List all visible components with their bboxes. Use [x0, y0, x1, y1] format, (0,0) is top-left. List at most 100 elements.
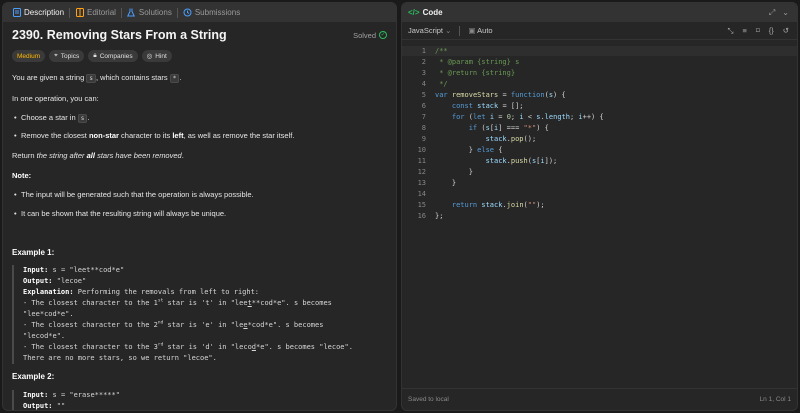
- line-number: 6: [421, 102, 426, 110]
- code-editor[interactable]: 1 2 3 4 5 6 7 8 9 10 11 12 13 14 15 16 /…: [402, 44, 797, 384]
- label: Input:: [23, 391, 49, 399]
- tab-solutions[interactable]: Solutions: [122, 3, 177, 22]
- code-line: const stack = [];: [451, 102, 524, 110]
- code-icon: </>: [408, 8, 420, 17]
- explanation-line: - The closest character to the 2nd star …: [23, 320, 387, 331]
- value: s = "erase*****": [48, 391, 120, 399]
- editor-toolbar: JavaScript ⌄ ▣ Auto ⤡ ≡ ⌑ {} ↺: [402, 22, 797, 40]
- save-status: Saved to local: [408, 396, 449, 403]
- tab-submissions[interactable]: Submissions: [178, 3, 245, 22]
- bold-text: non-star: [88, 131, 119, 140]
- text: star is 'e' in "le: [163, 321, 244, 329]
- bookmark-icon[interactable]: ⌑: [756, 26, 760, 36]
- example-1-title: Example 1:: [12, 248, 55, 257]
- code-line: return stack.join("");: [451, 201, 545, 209]
- line-number: 3: [421, 69, 426, 77]
- reset-icon[interactable]: ↺: [783, 26, 789, 36]
- tab-description-label: Description: [24, 8, 65, 17]
- line-number: 4: [421, 80, 426, 88]
- line-number: 5: [421, 91, 426, 99]
- format-icon[interactable]: ≡: [742, 26, 746, 36]
- tag-icon: ⌖: [54, 52, 58, 59]
- example-1-output: Output: "lecoe": [23, 276, 387, 287]
- line-number: 9: [421, 135, 426, 143]
- text: character to its: [118, 131, 173, 140]
- code-line: if (s[i] === "*") {: [468, 124, 549, 132]
- check-circle-icon: ✓: [379, 31, 387, 39]
- text: Choose a star in: [21, 113, 78, 122]
- value: "": [52, 402, 66, 410]
- maximize-icon[interactable]: ⤢: [769, 8, 775, 18]
- text: Return: [12, 151, 37, 160]
- text: - The closest character to the 3: [23, 343, 158, 351]
- code-tab[interactable]: </> Code: [408, 8, 443, 17]
- current-line-highlight: [402, 46, 797, 56]
- desc-paragraph-3: Return the string after all stars have b…: [12, 151, 184, 161]
- braces-icon[interactable]: {}: [769, 26, 774, 36]
- text: , as well as remove the star itself.: [183, 131, 295, 140]
- label: Explanation:: [23, 288, 74, 296]
- code-line: * @param {string} s: [435, 58, 520, 66]
- tab-editorial-label: Editorial: [87, 8, 116, 17]
- editor-status-bar: Saved to local Ln 1, Col 1: [402, 388, 797, 410]
- editor-action-icons: ⤡ ≡ ⌑ {} ↺: [727, 26, 797, 36]
- lightbulb-icon: ◎: [146, 53, 153, 60]
- text: You are given a string: [12, 73, 87, 82]
- note-bullet-1: The input will be generated such that th…: [14, 190, 254, 200]
- inline-code: *: [169, 74, 180, 83]
- example-2-block: Input: s = "erase*****" Output: "": [12, 390, 387, 410]
- text: .: [179, 73, 182, 82]
- code-line: } else {: [435, 146, 503, 154]
- code-line: var removeStars = function(s) {: [435, 91, 566, 99]
- code-line: };: [435, 212, 444, 220]
- line-number: 2: [421, 58, 426, 66]
- bold-italic-text: all: [86, 151, 95, 160]
- code-panel: </> Code ⤢ ⌄ JavaScript ⌄ ▣ Auto ⤡ ≡ ⌑ {…: [401, 2, 798, 411]
- cursor-position: Ln 1, Col 1: [759, 396, 791, 403]
- example-1-explanation: Explanation: Performing the removals fro…: [23, 287, 387, 298]
- example-2-output: Output: "": [23, 401, 387, 410]
- auto-mode-label: Auto: [477, 26, 493, 35]
- example-1-block: Input: s = "leet**cod*e" Output: "lecoe"…: [12, 265, 387, 364]
- example-2-input: Input: s = "erase*****": [23, 390, 387, 401]
- chevron-down-icon: ⌄: [445, 26, 452, 35]
- code-header: </> Code ⤢ ⌄: [402, 3, 797, 22]
- note-heading: Note:: [12, 171, 32, 180]
- label: Input:: [23, 266, 49, 274]
- explanation-line: "lecod*e".: [23, 332, 66, 340]
- text: **cod*e". s becomes: [251, 299, 332, 307]
- minimize-icon[interactable]: ⌄: [782, 8, 789, 18]
- note-bullet-2: It can be shown that the resulting strin…: [14, 209, 226, 219]
- code-title: Code: [422, 8, 443, 17]
- problem-title[interactable]: 2390. Removing Stars From a String: [12, 28, 227, 42]
- toolbar-divider: [459, 25, 461, 36]
- language-select[interactable]: JavaScript ⌄: [408, 26, 451, 35]
- fullscreen-icon[interactable]: ⤡: [727, 26, 733, 36]
- companies-tag[interactable]: 🔒︎ Companies: [88, 50, 138, 62]
- text: .: [181, 151, 184, 160]
- text: *e". s becomes "lecoe".: [256, 343, 353, 351]
- inline-code: s: [77, 114, 88, 123]
- tab-editorial[interactable]: Editorial: [70, 3, 121, 22]
- flask-icon: [127, 8, 136, 17]
- topics-tag[interactable]: ⌖ Topics: [49, 50, 85, 62]
- line-number: 10: [417, 146, 426, 154]
- text: Remove the closest: [21, 131, 89, 140]
- tab-description[interactable]: Description: [7, 3, 69, 22]
- auto-mode[interactable]: ▣ Auto: [468, 26, 492, 35]
- text: star is 'd' in "leco: [163, 343, 252, 351]
- code-line: stack.push(s[i]);: [485, 157, 558, 165]
- example-2-title: Example 2:: [12, 372, 55, 381]
- lock-icon: 🔒︎: [93, 52, 97, 59]
- line-number: 14: [417, 190, 426, 198]
- code-line: for (let i = 0; i < s.length; i++) {: [451, 113, 604, 121]
- text: , which contains stars: [95, 73, 170, 82]
- desc-bullet-1: Choose a star in s.: [14, 113, 89, 124]
- inline-code: s: [86, 74, 96, 83]
- hint-tag[interactable]: ◎ Hint: [141, 50, 172, 62]
- code-header-actions: ⤢ ⌄: [769, 8, 789, 18]
- italic-text: the string after: [36, 151, 87, 160]
- line-number: 16: [417, 212, 426, 220]
- line-number: 12: [417, 168, 426, 176]
